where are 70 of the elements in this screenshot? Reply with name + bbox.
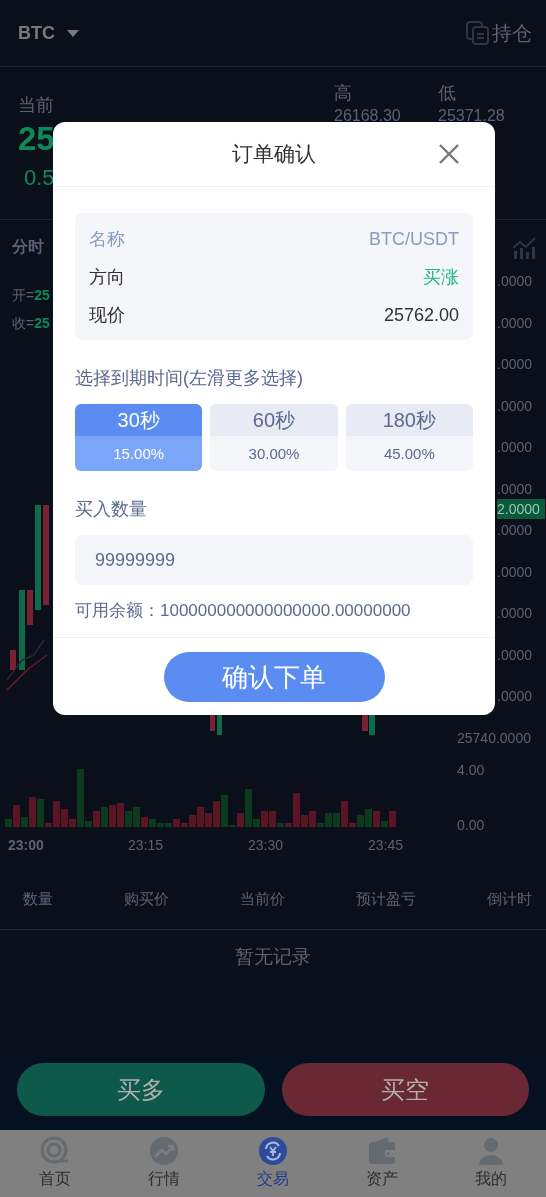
nav-tab[interactable]: 我的 <box>436 1130 546 1197</box>
buy-short-button[interactable]: 买空 <box>281 1063 529 1116</box>
price-axis-label: 25740.0000 <box>457 729 531 748</box>
time-share-tab[interactable]: 分时 <box>12 237 44 258</box>
time-label: 23:15 <box>128 837 165 853</box>
exchange-icon <box>258 1136 288 1166</box>
amount-field[interactable]: 99999999 <box>75 535 473 585</box>
volume-axis-label: 0.00 <box>457 817 485 833</box>
time-label: 23:00 <box>8 837 45 853</box>
column-header: 倒计时 <box>487 890 532 909</box>
nav-tab[interactable]: 资产 <box>327 1130 437 1197</box>
low-label: 低 <box>438 82 457 105</box>
price-axis-label: .0000 <box>497 438 533 458</box>
nav-tab[interactable]: 行情 <box>109 1130 219 1197</box>
low-price: 25371.28 <box>438 107 506 125</box>
price-axis-label: .0000 <box>497 645 533 665</box>
moving-average-line <box>6 654 48 691</box>
balance-text: 可用余额：100000000000000000.00000000 <box>75 600 412 622</box>
price-axis-label: .0000 <box>497 272 533 291</box>
nav-tab[interactable]: 首页 <box>0 1130 110 1197</box>
candle <box>27 590 33 625</box>
price-axis-label: .0000 <box>497 604 533 624</box>
confirm-order-button[interactable]: 确认下单 <box>163 652 385 702</box>
time-label: 23:45 <box>368 837 405 853</box>
candle <box>217 715 222 735</box>
price-change: 0.5 <box>24 165 55 191</box>
empty-message: 暂无记录 <box>235 945 311 969</box>
time-label: 23:30 <box>248 837 285 853</box>
symbol-selector[interactable]: BTC <box>18 22 55 44</box>
current-label: 当前 <box>18 94 54 117</box>
nav-tab[interactable]: 交易 <box>218 1130 328 1197</box>
close-label: 收= <box>12 315 35 331</box>
column-header: 数量 <box>23 890 53 909</box>
candle <box>210 715 215 731</box>
caret-icon[interactable] <box>67 29 79 37</box>
volume-axis-label: 4.00 <box>457 762 485 778</box>
open-label: 开= <box>12 287 35 303</box>
column-header: 预计盈亏 <box>356 890 416 909</box>
price-axis-label: .0000 <box>497 480 533 499</box>
summary-value: 25762.00 <box>383 304 459 326</box>
summary-value: 买涨 <box>423 266 459 289</box>
price-axis-label: .0000 <box>497 396 533 416</box>
high-label: 高 <box>334 82 353 105</box>
summary-label: 方向 <box>89 266 125 289</box>
coin-icon <box>39 1136 70 1166</box>
trend-icon <box>148 1136 179 1166</box>
summary-label: 现价 <box>89 304 125 327</box>
summary-label: 名称 <box>89 228 125 251</box>
high-price: 26168.30 <box>334 107 402 125</box>
expiry-label: 选择到期时间(左滑更多选择) <box>75 367 304 390</box>
close-value: 25 <box>34 315 50 331</box>
price-axis-label: .0000 <box>497 562 533 582</box>
amount-label: 买入数量 <box>75 498 148 521</box>
current-price-tag: 2.0000 <box>497 499 545 519</box>
buy-long-button[interactable]: 买多 <box>17 1063 265 1116</box>
positions-link[interactable]: 持仓 <box>492 19 532 47</box>
candle <box>10 650 16 670</box>
moving-average-line <box>6 639 45 681</box>
price-axis-label: .0000 <box>497 521 533 540</box>
wallet-icon <box>367 1136 398 1166</box>
close-icon[interactable] <box>439 144 459 164</box>
dialog-title: 订单确认 <box>232 141 316 167</box>
price-axis-label: .0000 <box>497 355 533 375</box>
price-axis-label: .0000 <box>497 687 533 707</box>
price-axis-label: .0000 <box>497 313 533 333</box>
open-value: 25 <box>34 287 50 303</box>
current-price: 25 <box>18 119 55 159</box>
column-header: 购买价 <box>124 890 169 909</box>
summary-value: BTC/USDT <box>369 228 459 250</box>
column-header: 当前价 <box>240 890 285 909</box>
